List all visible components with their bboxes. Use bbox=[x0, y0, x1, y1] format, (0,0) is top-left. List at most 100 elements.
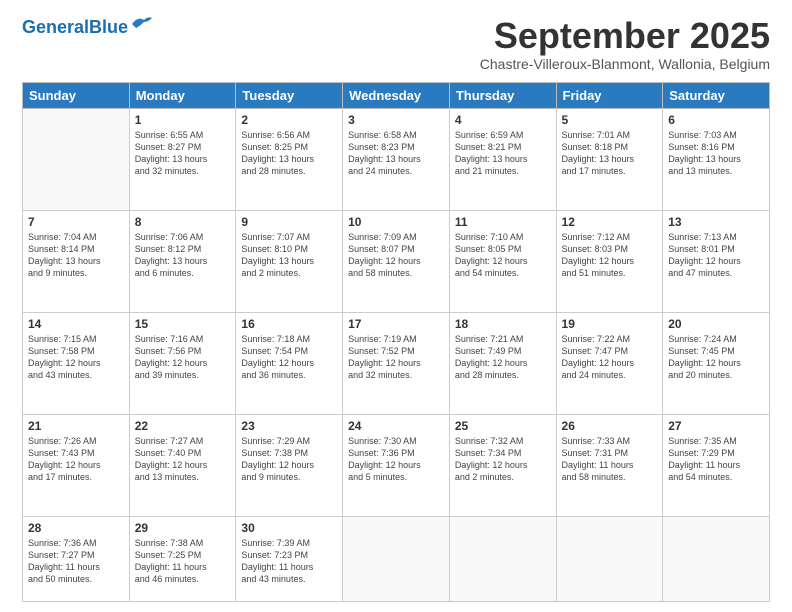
day-number: 27 bbox=[668, 419, 764, 433]
day-info: Sunrise: 7:19 AM Sunset: 7:52 PM Dayligh… bbox=[348, 333, 444, 382]
calendar-cell: 8 Sunrise: 7:06 AM Sunset: 8:12 PM Daylig… bbox=[129, 210, 236, 312]
calendar-cell: 6 Sunrise: 7:03 AM Sunset: 8:16 PM Daylig… bbox=[663, 109, 770, 211]
day-number: 12 bbox=[562, 215, 658, 229]
day-info: Sunrise: 7:18 AM Sunset: 7:54 PM Dayligh… bbox=[241, 333, 337, 382]
day-number: 3 bbox=[348, 113, 444, 127]
day-info: Sunrise: 7:21 AM Sunset: 7:49 PM Dayligh… bbox=[455, 333, 551, 382]
day-number: 21 bbox=[28, 419, 124, 433]
day-info: Sunrise: 7:04 AM Sunset: 8:14 PM Dayligh… bbox=[28, 231, 124, 280]
day-number: 19 bbox=[562, 317, 658, 331]
day-info: Sunrise: 6:55 AM Sunset: 8:27 PM Dayligh… bbox=[135, 129, 231, 178]
col-sunday: Sunday bbox=[23, 83, 130, 109]
day-info: Sunrise: 7:09 AM Sunset: 8:07 PM Dayligh… bbox=[348, 231, 444, 280]
day-info: Sunrise: 7:15 AM Sunset: 7:58 PM Dayligh… bbox=[28, 333, 124, 382]
day-info: Sunrise: 7:10 AM Sunset: 8:05 PM Dayligh… bbox=[455, 231, 551, 280]
calendar-cell bbox=[23, 109, 130, 211]
day-number: 7 bbox=[28, 215, 124, 229]
day-info: Sunrise: 7:32 AM Sunset: 7:34 PM Dayligh… bbox=[455, 435, 551, 484]
title-block: September 2025 Chastre-Villeroux-Blanmon… bbox=[480, 18, 770, 72]
calendar-cell: 16 Sunrise: 7:18 AM Sunset: 7:54 PM Dayli… bbox=[236, 312, 343, 414]
day-info: Sunrise: 7:24 AM Sunset: 7:45 PM Dayligh… bbox=[668, 333, 764, 382]
col-saturday: Saturday bbox=[663, 83, 770, 109]
calendar-cell: 21 Sunrise: 7:26 AM Sunset: 7:43 PM Dayli… bbox=[23, 414, 130, 516]
header: GeneralBlue September 2025 Chastre-Ville… bbox=[22, 18, 770, 72]
day-number: 5 bbox=[562, 113, 658, 127]
calendar-week-row: 28 Sunrise: 7:36 AM Sunset: 7:27 PM Dayli… bbox=[23, 516, 770, 601]
day-number: 25 bbox=[455, 419, 551, 433]
calendar-cell: 17 Sunrise: 7:19 AM Sunset: 7:52 PM Dayli… bbox=[343, 312, 450, 414]
day-info: Sunrise: 7:26 AM Sunset: 7:43 PM Dayligh… bbox=[28, 435, 124, 484]
day-number: 29 bbox=[135, 521, 231, 535]
calendar-cell: 27 Sunrise: 7:35 AM Sunset: 7:29 PM Dayli… bbox=[663, 414, 770, 516]
calendar-cell: 3 Sunrise: 6:58 AM Sunset: 8:23 PM Daylig… bbox=[343, 109, 450, 211]
month-title: September 2025 bbox=[480, 18, 770, 54]
day-number: 20 bbox=[668, 317, 764, 331]
day-number: 16 bbox=[241, 317, 337, 331]
calendar-cell: 7 Sunrise: 7:04 AM Sunset: 8:14 PM Daylig… bbox=[23, 210, 130, 312]
calendar-cell: 14Sunrise: 7:15 AM Sunset: 7:58 PM Dayli… bbox=[23, 312, 130, 414]
day-info: Sunrise: 7:36 AM Sunset: 7:27 PM Dayligh… bbox=[28, 537, 124, 586]
calendar-cell bbox=[663, 516, 770, 601]
calendar-cell: 1 Sunrise: 6:55 AM Sunset: 8:27 PM Daylig… bbox=[129, 109, 236, 211]
col-thursday: Thursday bbox=[449, 83, 556, 109]
calendar-cell: 28 Sunrise: 7:36 AM Sunset: 7:27 PM Dayli… bbox=[23, 516, 130, 601]
col-monday: Monday bbox=[129, 83, 236, 109]
day-info: Sunrise: 6:56 AM Sunset: 8:25 PM Dayligh… bbox=[241, 129, 337, 178]
day-number: 1 bbox=[135, 113, 231, 127]
day-number: 22 bbox=[135, 419, 231, 433]
calendar-cell: 30 Sunrise: 7:39 AM Sunset: 7:23 PM Dayli… bbox=[236, 516, 343, 601]
logo-blue: Blue bbox=[89, 17, 128, 37]
logo-text: GeneralBlue bbox=[22, 18, 128, 36]
day-number: 17 bbox=[348, 317, 444, 331]
day-info: Sunrise: 7:03 AM Sunset: 8:16 PM Dayligh… bbox=[668, 129, 764, 178]
day-info: Sunrise: 7:39 AM Sunset: 7:23 PM Dayligh… bbox=[241, 537, 337, 586]
calendar-cell: 11Sunrise: 7:10 AM Sunset: 8:05 PM Dayli… bbox=[449, 210, 556, 312]
calendar-cell: 18 Sunrise: 7:21 AM Sunset: 7:49 PM Dayli… bbox=[449, 312, 556, 414]
page: GeneralBlue September 2025 Chastre-Ville… bbox=[0, 0, 792, 612]
day-info: Sunrise: 7:12 AM Sunset: 8:03 PM Dayligh… bbox=[562, 231, 658, 280]
calendar-cell bbox=[449, 516, 556, 601]
col-friday: Friday bbox=[556, 83, 663, 109]
calendar-cell bbox=[343, 516, 450, 601]
calendar-cell: 12 Sunrise: 7:12 AM Sunset: 8:03 PM Dayli… bbox=[556, 210, 663, 312]
calendar-cell: 10Sunrise: 7:09 AM Sunset: 8:07 PM Dayli… bbox=[343, 210, 450, 312]
day-info: Sunrise: 7:33 AM Sunset: 7:31 PM Dayligh… bbox=[562, 435, 658, 484]
calendar-cell: 13 Sunrise: 7:13 AM Sunset: 8:01 PM Dayli… bbox=[663, 210, 770, 312]
day-number: 18 bbox=[455, 317, 551, 331]
day-info: Sunrise: 7:06 AM Sunset: 8:12 PM Dayligh… bbox=[135, 231, 231, 280]
calendar-cell: 9Sunrise: 7:07 AM Sunset: 8:10 PM Daylig… bbox=[236, 210, 343, 312]
day-info: Sunrise: 6:58 AM Sunset: 8:23 PM Dayligh… bbox=[348, 129, 444, 178]
day-number: 28 bbox=[28, 521, 124, 535]
day-number: 30 bbox=[241, 521, 337, 535]
logo-general: General bbox=[22, 17, 89, 37]
day-info: Sunrise: 6:59 AM Sunset: 8:21 PM Dayligh… bbox=[455, 129, 551, 178]
calendar-cell: 22Sunrise: 7:27 AM Sunset: 7:40 PM Dayli… bbox=[129, 414, 236, 516]
day-number: 9 bbox=[241, 215, 337, 229]
col-tuesday: Tuesday bbox=[236, 83, 343, 109]
col-wednesday: Wednesday bbox=[343, 83, 450, 109]
calendar-cell: 24Sunrise: 7:30 AM Sunset: 7:36 PM Dayli… bbox=[343, 414, 450, 516]
day-info: Sunrise: 7:01 AM Sunset: 8:18 PM Dayligh… bbox=[562, 129, 658, 178]
calendar-cell: 2 Sunrise: 6:56 AM Sunset: 8:25 PM Daylig… bbox=[236, 109, 343, 211]
day-info: Sunrise: 7:38 AM Sunset: 7:25 PM Dayligh… bbox=[135, 537, 231, 586]
day-number: 23 bbox=[241, 419, 337, 433]
day-number: 4 bbox=[455, 113, 551, 127]
logo-bird-icon bbox=[130, 14, 154, 32]
day-number: 13 bbox=[668, 215, 764, 229]
day-info: Sunrise: 7:35 AM Sunset: 7:29 PM Dayligh… bbox=[668, 435, 764, 484]
calendar-week-row: 14Sunrise: 7:15 AM Sunset: 7:58 PM Dayli… bbox=[23, 312, 770, 414]
calendar-header-row: Sunday Monday Tuesday Wednesday Thursday… bbox=[23, 83, 770, 109]
day-number: 8 bbox=[135, 215, 231, 229]
logo: GeneralBlue bbox=[22, 18, 154, 36]
day-info: Sunrise: 7:22 AM Sunset: 7:47 PM Dayligh… bbox=[562, 333, 658, 382]
day-info: Sunrise: 7:16 AM Sunset: 7:56 PM Dayligh… bbox=[135, 333, 231, 382]
calendar-cell: 15Sunrise: 7:16 AM Sunset: 7:56 PM Dayli… bbox=[129, 312, 236, 414]
day-info: Sunrise: 7:13 AM Sunset: 8:01 PM Dayligh… bbox=[668, 231, 764, 280]
day-number: 24 bbox=[348, 419, 444, 433]
day-number: 26 bbox=[562, 419, 658, 433]
calendar-week-row: 1 Sunrise: 6:55 AM Sunset: 8:27 PM Daylig… bbox=[23, 109, 770, 211]
day-number: 6 bbox=[668, 113, 764, 127]
calendar-week-row: 21 Sunrise: 7:26 AM Sunset: 7:43 PM Dayli… bbox=[23, 414, 770, 516]
day-info: Sunrise: 7:29 AM Sunset: 7:38 PM Dayligh… bbox=[241, 435, 337, 484]
day-number: 2 bbox=[241, 113, 337, 127]
